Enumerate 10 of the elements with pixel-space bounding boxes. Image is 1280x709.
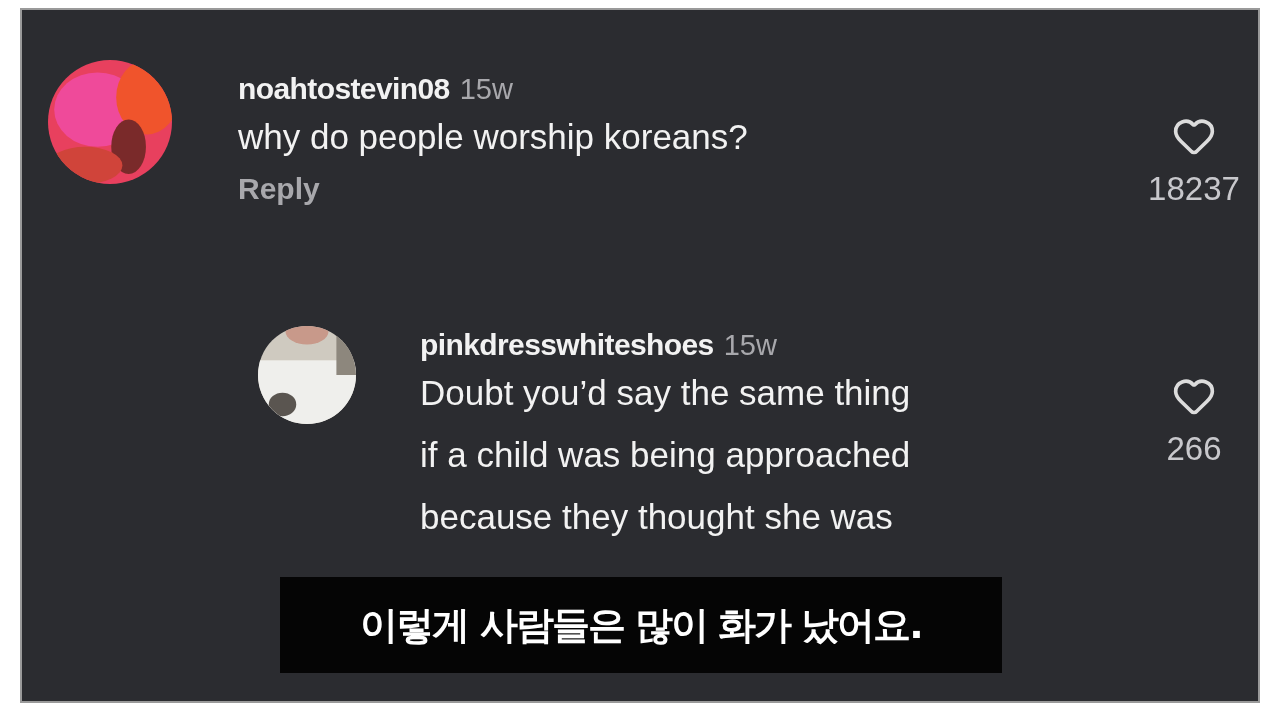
like-count: 18237 xyxy=(1148,170,1240,208)
like-count: 266 xyxy=(1166,430,1222,468)
subtitle: 이렇게 사람들은 많이 화가 났어요. xyxy=(280,577,1002,673)
comment-text: why do people worship koreans? xyxy=(238,116,749,158)
comment-age: 15w xyxy=(459,73,513,106)
username[interactable]: pinkdresswhiteshoes xyxy=(420,328,714,362)
comment-text: Doubt you’d say the same thing if a child was being approached because they thought she was xyxy=(420,372,912,538)
reply-link[interactable]: Reply xyxy=(238,172,320,206)
username[interactable]: noahtostevin08 xyxy=(238,72,450,106)
comment-age: 15w xyxy=(723,329,777,362)
